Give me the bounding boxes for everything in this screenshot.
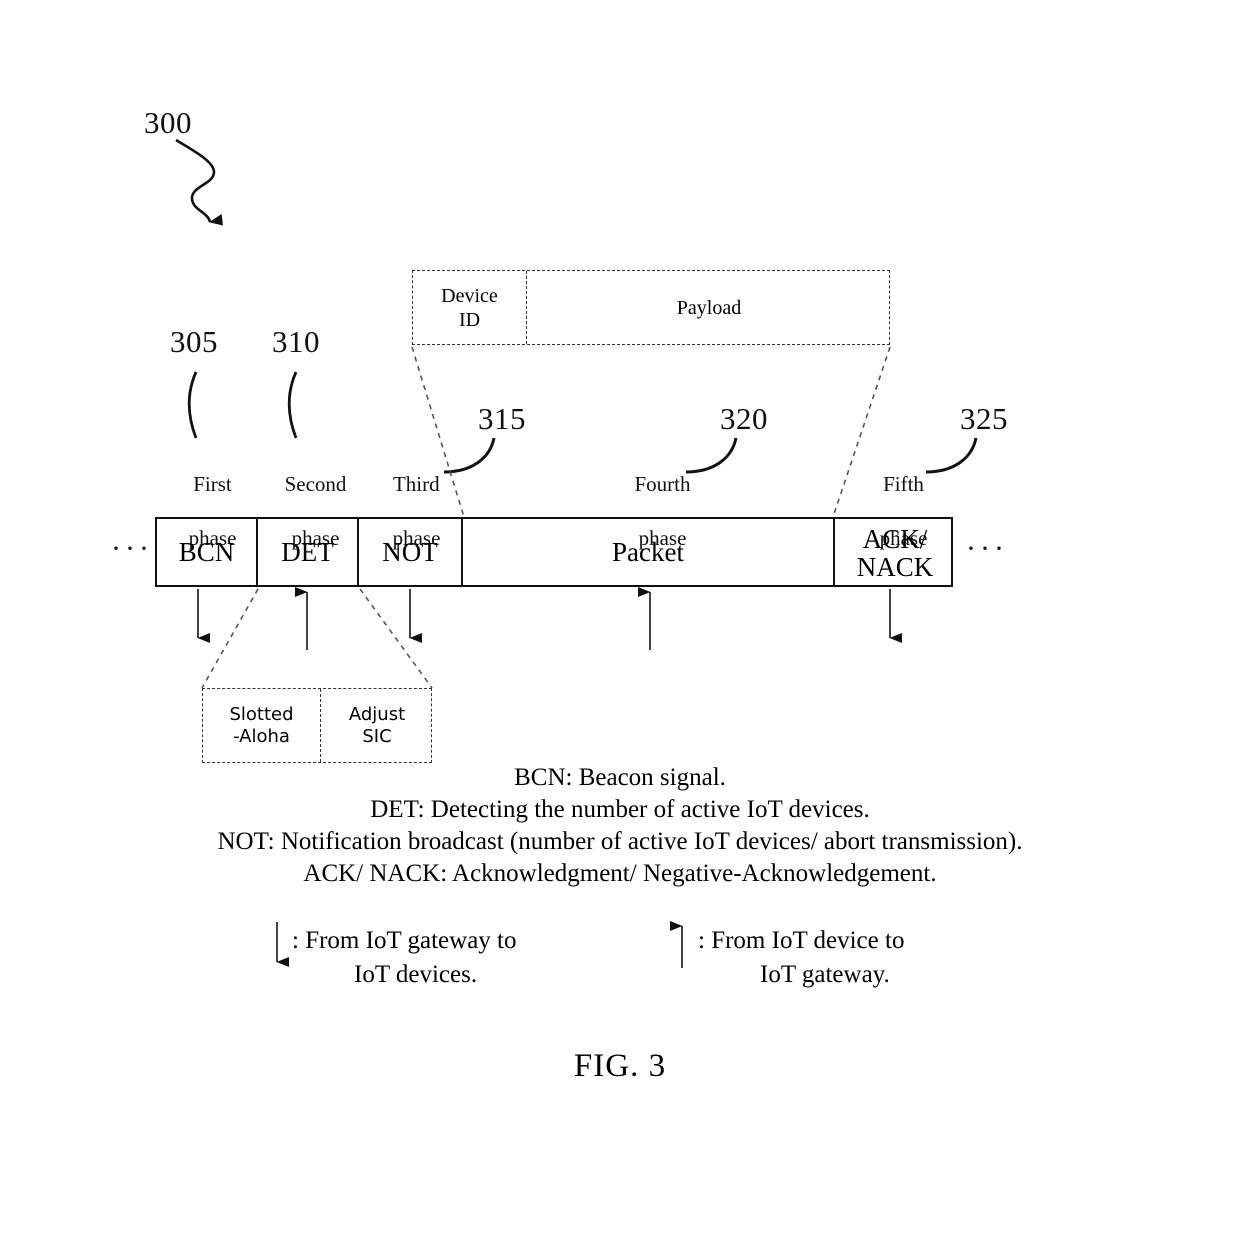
phase-ref-320: 320 (720, 401, 768, 436)
legend-uplink-text: : From IoT device to IoT gateway. (698, 924, 998, 992)
payload-label: Payload (676, 296, 742, 319)
ref-300-leader (175, 138, 223, 226)
frame-cell-ack-nack[interactable]: ACK/ NACK (835, 519, 955, 585)
frame-cell-nack-label: NACK (856, 552, 934, 582)
ref-305-leader (187, 371, 198, 439)
frame-cell-det-label: DET (281, 536, 334, 567)
packet-field-device-id: Device ID (413, 271, 527, 344)
phase-fifth-line1: Fifth (883, 471, 924, 496)
frame-cell-not-label: NOT (382, 536, 438, 567)
frame-cell-bcn-label: BCN (178, 536, 235, 567)
phase-ref-310: 310 (272, 324, 320, 359)
slotted-aloha-label-line2: -Aloha (233, 725, 290, 747)
phase-ref-315: 315 (478, 401, 526, 436)
frame-cell-det[interactable]: DET (258, 519, 359, 585)
det-structure-box: Slotted -Aloha Adjust SIC (202, 688, 432, 763)
frame-cell-packet[interactable]: Packet (463, 519, 835, 585)
packet-field-payload: Payload (527, 271, 891, 344)
phase-third-line1: Third (392, 471, 440, 496)
legend-line-bcn: BCN: Beacon signal. (514, 764, 726, 791)
det-field-slotted-aloha: Slotted -Aloha (203, 689, 321, 762)
legend-line-not: NOT: Notification broadcast (number of a… (217, 828, 1023, 855)
legend-uplink-line2: IoT gateway. (760, 960, 890, 988)
packet-structure-box: Device ID Payload (412, 270, 890, 345)
det-detail-connectors (201, 588, 433, 689)
legend-downlink-text: : From IoT gateway to IoT devices. (292, 924, 592, 992)
legend-downlink-line2: IoT devices. (354, 960, 478, 988)
ref-310-leader (287, 371, 298, 439)
legend-line-ack-nack: ACK/ NACK: Acknowledgment/ Negative-Ackn… (303, 860, 937, 887)
legend-downlink-line1: : From IoT gateway to (292, 927, 517, 954)
det-field-adjust-sic: Adjust SIC (321, 689, 433, 762)
frame-cell-ack-label: ACK/ (862, 523, 928, 554)
phase-ref-325: 325 (960, 401, 1008, 436)
frame-cell-bcn[interactable]: BCN (157, 519, 258, 585)
device-id-label-line2: ID (458, 308, 481, 331)
figure-ref-300: 300 (144, 105, 192, 140)
phase-fourth-line1: Fourth (634, 471, 691, 496)
phase-second-line1: Second (284, 471, 347, 496)
phase-first-line1: First (193, 471, 232, 496)
figure-caption: FIG. 3 (573, 1048, 667, 1084)
superframe-row: BCN DET NOT Packet ACK/ NACK (155, 517, 953, 587)
frame-cell-packet-label: Packet (612, 536, 684, 567)
patent-figure-3: 300 Device ID Payload 305 310 315 320 32… (0, 0, 1240, 1233)
device-id-label-line1: Device (441, 284, 498, 307)
adjust-sic-label-line1: Adjust (348, 703, 406, 725)
legend-uplink-line1: : From IoT device to (698, 927, 905, 954)
frame-left-ellipsis: ··· (111, 532, 153, 565)
phase-ref-305: 305 (170, 324, 218, 359)
legend-line-det: DET: Detecting the number of active IoT … (370, 796, 870, 823)
slotted-aloha-label-line1: Slotted (229, 703, 294, 725)
adjust-sic-label-line2: SIC (362, 725, 392, 747)
frame-cell-not[interactable]: NOT (359, 519, 463, 585)
frame-right-ellipsis: ··· (966, 532, 1008, 565)
